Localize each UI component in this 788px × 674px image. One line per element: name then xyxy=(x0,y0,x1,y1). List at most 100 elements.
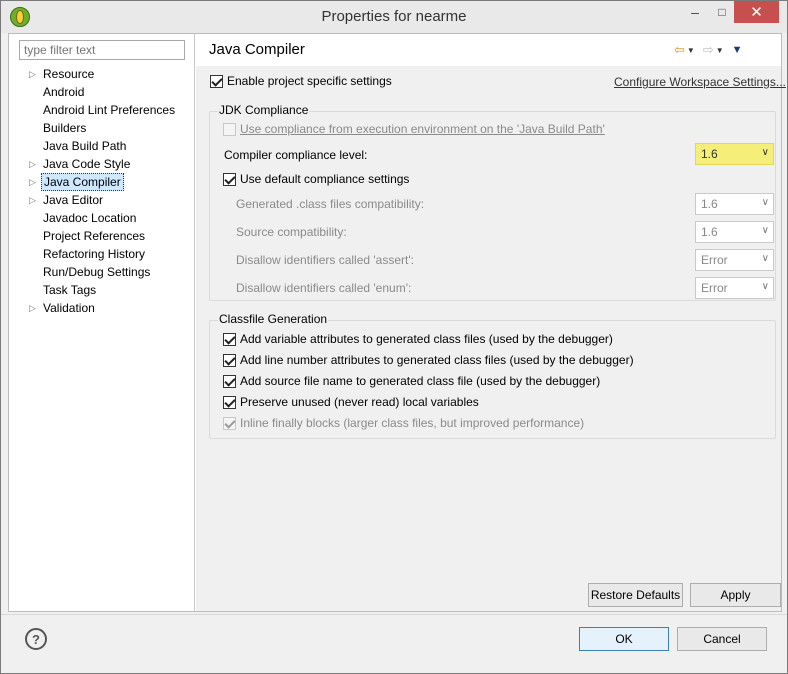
use-default-checkbox[interactable] xyxy=(223,173,236,187)
sidebar-item-validation[interactable]: ▷ Validation xyxy=(9,299,195,317)
classfile-opt5-checkbox xyxy=(223,417,236,431)
chevron-down-icon: ∨ xyxy=(761,281,769,292)
classfile-opt1-row[interactable]: Add variable attributes to generated cla… xyxy=(223,332,613,347)
assert-label: Disallow identifiers called 'assert': xyxy=(236,253,414,267)
sidebar-item-builders[interactable]: Builders xyxy=(9,119,195,137)
footer-separator xyxy=(1,614,787,615)
source-compat-value: 1.6 xyxy=(701,225,718,239)
sidebar-item-label: Java Compiler xyxy=(41,173,124,191)
classfile-opt3-row[interactable]: Add source file name to generated class … xyxy=(223,374,601,389)
use-env-row: Use compliance from execution environmen… xyxy=(223,122,605,137)
generated-compat-select: 1.6 ∨ xyxy=(695,193,774,215)
title-bar: Properties for nearme – □ ✕ xyxy=(1,1,787,33)
sidebar-item-label: Validation xyxy=(43,301,95,315)
restore-defaults-button[interactable]: Restore Defaults xyxy=(588,583,683,607)
sidebar-item-label: Project References xyxy=(43,229,146,243)
sidebar-item-label: Javadoc Location xyxy=(43,211,137,225)
sidebar-item-project-references[interactable]: Project References xyxy=(9,227,195,245)
expand-arrow-icon[interactable]: ▷ xyxy=(29,173,36,191)
classfile-opt1-checkbox[interactable] xyxy=(223,333,236,347)
sidebar-item-android-lint-preferences[interactable]: Android Lint Preferences xyxy=(9,101,195,119)
sidebar-item-label: Resource xyxy=(43,67,95,81)
use-default-label: Use default compliance settings xyxy=(240,172,410,186)
properties-dialog: Properties for nearme – □ ✕ ▷ Resource And… xyxy=(0,0,788,674)
sidebar-item-label: Android xyxy=(43,85,85,99)
sidebar-item-label: Java Code Style xyxy=(43,157,131,171)
chevron-down-icon: ∨ xyxy=(761,253,769,264)
generated-compat-value: 1.6 xyxy=(701,197,718,211)
sidebar-item-resource[interactable]: ▷ Resource xyxy=(9,65,195,83)
sidebar-item-label: Run/Debug Settings xyxy=(43,265,151,279)
back-dropdown-icon[interactable]: ▼ xyxy=(687,46,695,55)
sidebar-item-java-build-path[interactable]: Java Build Path xyxy=(9,137,195,155)
chevron-down-icon: ∨ xyxy=(761,225,769,236)
enable-specific-row[interactable]: Enable project specific settings xyxy=(210,74,392,89)
classfile-opt4-checkbox[interactable] xyxy=(223,396,236,410)
chevron-down-icon: ∨ xyxy=(761,197,769,208)
generated-label: Generated .class files compatibility: xyxy=(236,197,425,211)
classfile-title: Classfile Generation xyxy=(218,312,329,326)
classfile-opt3-label: Add source file name to generated class … xyxy=(240,374,601,388)
enable-specific-checkbox[interactable] xyxy=(210,75,223,89)
classfile-opt5-label: Inline finally blocks (larger class file… xyxy=(240,416,585,430)
close-button[interactable]: ✕ xyxy=(734,1,779,23)
maximize-button[interactable]: □ xyxy=(710,1,734,23)
help-icon[interactable]: ? xyxy=(25,628,47,650)
jdk-compliance-title: JDK Compliance xyxy=(218,103,310,117)
sidebar-item-java-compiler[interactable]: ▷ Java Compiler xyxy=(9,173,195,191)
sidebar-item-run-debug-settings[interactable]: Run/Debug Settings xyxy=(9,263,195,281)
classfile-opt2-label: Add line number attributes to generated … xyxy=(240,353,634,367)
sidebar: ▷ Resource Android Android Lint Preferences… xyxy=(9,34,195,611)
sidebar-item-android[interactable]: Android xyxy=(9,83,195,101)
sidebar-item-label: Refactoring History xyxy=(43,247,146,261)
window-title: Properties for nearme xyxy=(321,8,467,25)
java-build-path-link[interactable]: 'Java Build Path' xyxy=(517,122,605,136)
nav-toolbar: ⇦ ▼ ⇨ ▼ ▼ xyxy=(674,42,743,58)
expand-arrow-icon[interactable]: ▷ xyxy=(29,191,36,209)
sidebar-item-label: Task Tags xyxy=(43,283,97,297)
sidebar-item-label: Java Build Path xyxy=(43,139,127,153)
sidebar-item-javadoc-location[interactable]: Javadoc Location xyxy=(9,209,195,227)
expand-arrow-icon[interactable]: ▷ xyxy=(29,65,36,83)
classfile-opt2-row[interactable]: Add line number attributes to generated … xyxy=(223,353,634,368)
ok-button[interactable]: OK xyxy=(579,627,669,651)
view-menu-icon[interactable]: ▼ xyxy=(732,44,743,56)
enable-specific-label: Enable project specific settings xyxy=(227,74,392,88)
classfile-opt2-checkbox[interactable] xyxy=(223,354,236,368)
minimize-button[interactable]: – xyxy=(683,1,707,23)
preference-tree: ▷ Resource Android Android Lint Preferences… xyxy=(9,65,195,317)
classfile-opt4-label: Preserve unused (never read) local varia… xyxy=(240,395,479,409)
classfile-opt1-label: Add variable attributes to generated cla… xyxy=(240,332,613,346)
forward-arrow-icon[interactable]: ⇨ xyxy=(703,42,714,58)
use-default-row[interactable]: Use default compliance settings xyxy=(223,172,410,187)
source-label: Source compatibility: xyxy=(236,225,347,239)
main-panel: Java Compiler ⇦ ▼ ⇨ ▼ ▼ Enable project s… xyxy=(196,34,786,611)
classfile-opt3-checkbox[interactable] xyxy=(223,375,236,389)
classfile-opt5-row: Inline finally blocks (larger class file… xyxy=(223,416,585,431)
forward-dropdown-icon[interactable]: ▼ xyxy=(716,46,724,55)
enum-value: Error xyxy=(701,281,728,295)
sidebar-item-java-code-style[interactable]: ▷ Java Code Style xyxy=(9,155,195,173)
compliance-level-select[interactable]: 1.6 ∨ xyxy=(695,143,774,165)
sidebar-item-task-tags[interactable]: Task Tags xyxy=(9,281,195,299)
use-env-checkbox[interactable] xyxy=(223,123,236,137)
chevron-down-icon: ∨ xyxy=(761,147,769,158)
expand-arrow-icon[interactable]: ▷ xyxy=(29,299,36,317)
apply-button[interactable]: Apply xyxy=(690,583,781,607)
assert-select: Error ∨ xyxy=(695,249,774,271)
use-env-label: Use compliance from execution environmen… xyxy=(240,122,517,136)
sidebar-item-refactoring-history[interactable]: Refactoring History xyxy=(9,245,195,263)
enum-select: Error ∨ xyxy=(695,277,774,299)
enum-label: Disallow identifiers called 'enum': xyxy=(236,281,412,295)
configure-workspace-link[interactable]: Configure Workspace Settings... xyxy=(614,75,786,89)
dialog-content: ▷ Resource Android Android Lint Preferences… xyxy=(8,33,786,612)
expand-arrow-icon[interactable]: ▷ xyxy=(29,155,36,173)
filter-input[interactable] xyxy=(19,40,185,60)
compliance-level-value: 1.6 xyxy=(701,147,718,161)
page-title: Java Compiler xyxy=(209,41,305,58)
back-arrow-icon[interactable]: ⇦ xyxy=(674,42,685,58)
cancel-button[interactable]: Cancel xyxy=(677,627,767,651)
classfile-opt4-row[interactable]: Preserve unused (never read) local varia… xyxy=(223,395,479,410)
sidebar-item-java-editor[interactable]: ▷ Java Editor xyxy=(9,191,195,209)
assert-value: Error xyxy=(701,253,728,267)
